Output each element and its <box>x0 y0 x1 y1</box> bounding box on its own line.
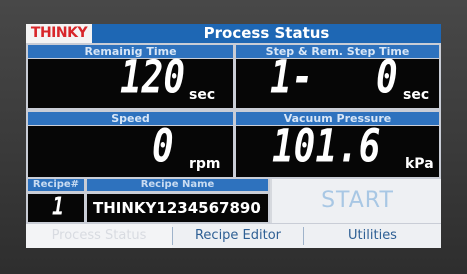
speed-unit: rpm <box>189 156 221 172</box>
remaining-time-value: 120 <box>120 52 186 104</box>
touch-screen: THINKY Process Status Remainig Time 120 … <box>26 24 441 248</box>
tab-bar: Process Status Recipe Editor Utilities <box>26 224 441 248</box>
speed-value: 0 <box>152 121 174 173</box>
speed-label: Speed <box>28 112 233 125</box>
remaining-time-unit: sec <box>189 87 216 103</box>
step-time-unit: sec <box>403 87 430 103</box>
vacuum-pressure-unit: kPa <box>405 156 434 172</box>
recipe-name-value: THINKY1234567890 <box>93 199 261 217</box>
vacuum-pressure-value: 101.6 <box>272 121 381 173</box>
recipe-name-label: Recipe Name <box>87 179 268 191</box>
recipe-number-label: Recipe# <box>28 179 84 191</box>
recipe-name-field[interactable]: THINKY1234567890 <box>87 194 268 222</box>
start-button[interactable]: START <box>270 179 441 223</box>
vacuum-pressure-display: 101.6 kPa <box>236 121 439 177</box>
remaining-time-display: 120 sec <box>28 52 233 108</box>
recipe-number-value: 1 <box>52 190 65 221</box>
step-number-value: 1- <box>270 52 314 104</box>
title-bar: THINKY Process Status <box>26 24 441 43</box>
tab-utilities[interactable]: Utilities <box>304 224 441 248</box>
tab-recipe-editor[interactable]: Recipe Editor <box>173 224 303 248</box>
speed-display: 0 rpm <box>28 121 233 177</box>
thinky-logo: THINKY <box>26 24 92 43</box>
step-display: 1- 0 sec <box>236 52 439 108</box>
page-title: Process Status <box>203 24 330 42</box>
tab-process-status[interactable]: Process Status <box>26 224 172 248</box>
step-label: Step & Rem. Step Time <box>236 45 439 58</box>
recipe-number-field[interactable]: 1 <box>28 190 84 222</box>
step-time-value: 0 <box>376 52 398 104</box>
